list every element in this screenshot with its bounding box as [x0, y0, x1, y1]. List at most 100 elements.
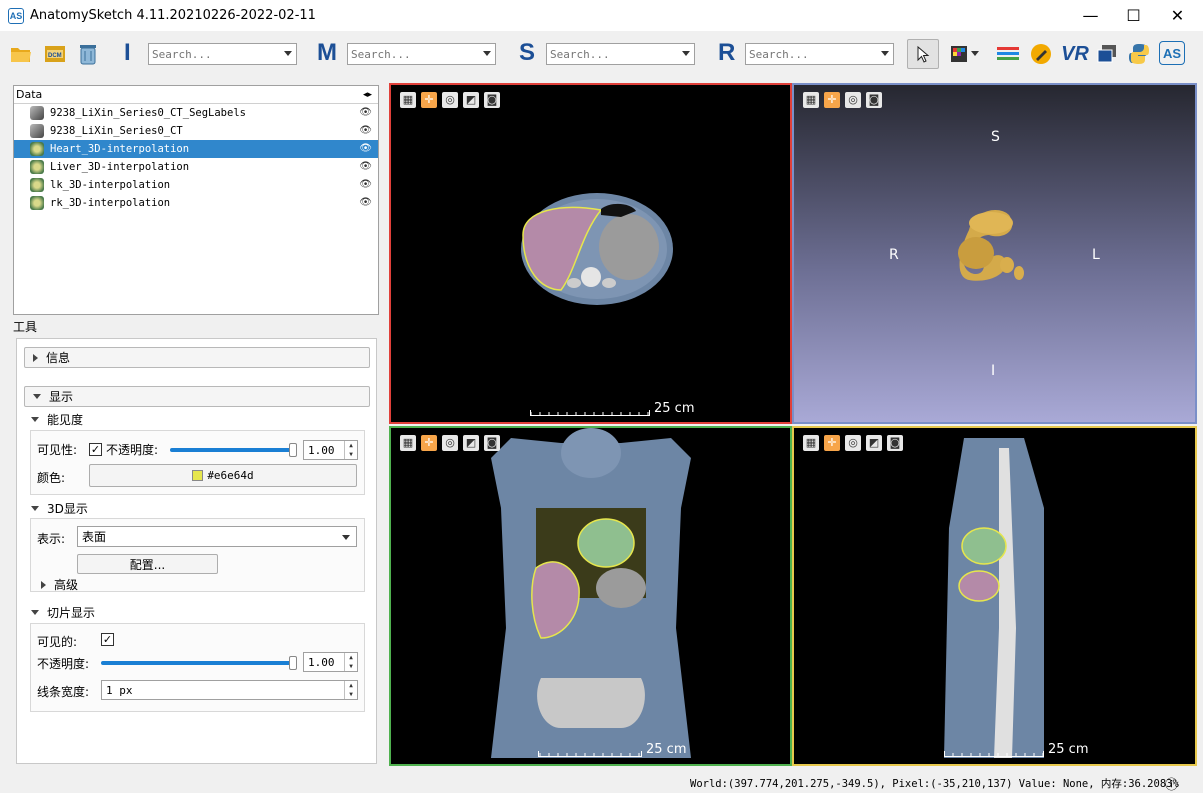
tree-item[interactable]: rk_3D-interpolation 👁 [14, 194, 378, 212]
opacity-slider[interactable] [170, 443, 297, 457]
modality-r-button[interactable]: R [718, 39, 735, 67]
reset-view-icon[interactable]: ◎ [442, 435, 458, 451]
layers-icon[interactable] [995, 41, 1021, 67]
orientation-superior: S [991, 129, 1000, 145]
crosshair-icon[interactable]: ✛ [824, 92, 840, 108]
layout-grid-icon[interactable]: ▦ [400, 435, 416, 451]
volume-icon [30, 124, 44, 138]
data-header-label: Data [16, 88, 43, 101]
screenshot-icon[interactable]: ◙ [866, 92, 882, 108]
color-picker-button[interactable]: #e6e64d [89, 464, 357, 487]
orientation-left: L [1092, 247, 1100, 263]
open-folder-icon[interactable] [8, 41, 34, 67]
search-r-field[interactable] [749, 47, 874, 61]
display3d-group-header[interactable]: 3D显示 [31, 500, 88, 517]
coronal-viewport[interactable]: ▦ ✛ ◎ ◩ ◙ 25 cm [389, 426, 792, 766]
crosshair-icon[interactable]: ✛ [824, 435, 840, 451]
layout-grid-icon[interactable]: ▦ [400, 92, 416, 108]
close-button[interactable]: ✕ [1155, 0, 1200, 31]
opacity-spinbox[interactable]: 1.00 ▲ ▼ [303, 440, 358, 460]
line-width-spinbox[interactable]: 1 px ▲ ▼ [101, 680, 358, 700]
slider-handle[interactable] [289, 656, 297, 670]
visibility-eye-icon[interactable]: 👁 [359, 107, 372, 118]
measure-icon[interactable]: ◩ [463, 435, 479, 451]
sagittal-viewport[interactable]: ▦ ✛ ◎ ◩ ◙ 25 cm [792, 426, 1197, 766]
tree-item[interactable]: 9238_LiXin_Series0_CT_SegLabels 👁 [14, 104, 378, 122]
visibility-group-header[interactable]: 能见度 [31, 411, 83, 428]
reset-view-icon[interactable]: ◎ [845, 92, 861, 108]
modality-s-button[interactable]: S [519, 39, 535, 67]
as-icon[interactable]: AS [1159, 41, 1185, 65]
modality-m-button[interactable]: M [317, 39, 337, 67]
scale-ruler [944, 751, 1044, 757]
visibility-eye-icon[interactable]: 👁 [359, 125, 372, 136]
reset-view-icon[interactable]: ◎ [845, 435, 861, 451]
dicom-icon[interactable]: DCM [42, 41, 68, 67]
measure-icon[interactable]: ◩ [463, 92, 479, 108]
chevron-down-icon[interactable] [483, 51, 491, 56]
info-section-header[interactable]: 信息 [24, 347, 370, 368]
screenshot-icon[interactable]: ◙ [484, 435, 500, 451]
visibility-checkbox[interactable]: ✓ [89, 443, 102, 456]
python-icon[interactable] [1126, 41, 1152, 67]
status-text: World:(397.774,201.275,-349.5), Pixel:(-… [690, 778, 1179, 790]
search-i-input[interactable] [148, 43, 297, 65]
representation-select[interactable]: 表面 [77, 526, 357, 547]
slider-handle[interactable] [289, 443, 297, 457]
slice-visible-checkbox[interactable]: ✓ [101, 633, 114, 646]
modality-i-button[interactable]: I [124, 39, 131, 67]
search-r-input[interactable] [745, 43, 894, 65]
chevron-down-icon[interactable] [968, 41, 982, 67]
display-section-header[interactable]: 显示 [24, 386, 370, 407]
window-icon[interactable] [1094, 41, 1120, 67]
chevron-down-icon[interactable] [682, 51, 690, 56]
crosshair-icon[interactable]: ✛ [421, 92, 437, 108]
3d-viewport[interactable]: ▦ ✛ ◎ ◙ S I R L [792, 83, 1197, 424]
tree-item[interactable]: 9238_LiXin_Series0_CT 👁 [14, 122, 378, 140]
chevron-down-icon[interactable] [284, 51, 292, 56]
search-s-field[interactable] [550, 47, 675, 61]
slice-opacity-spinbox[interactable]: 1.00 ▲ ▼ [303, 652, 358, 672]
crosshair-icon[interactable]: ✛ [421, 435, 437, 451]
trash-icon[interactable] [75, 41, 101, 67]
configure-button[interactable]: 配置... [77, 554, 218, 574]
tree-item[interactable]: Heart_3D-interpolation 👁 [14, 140, 378, 158]
advanced-toggle[interactable]: 高级 [41, 576, 78, 593]
scale-ruler [530, 410, 650, 416]
info-icon[interactable]: ⓘ [1165, 774, 1178, 793]
visibility-eye-icon[interactable]: 👁 [359, 179, 372, 190]
search-m-input[interactable] [347, 43, 496, 65]
layout-grid-icon[interactable]: ▦ [803, 435, 819, 451]
search-m-field[interactable] [351, 47, 476, 61]
chevron-down-icon[interactable] [342, 535, 350, 540]
axial-scale-bar: 25 cm [530, 401, 705, 419]
visibility-eye-icon[interactable]: 👁 [359, 143, 372, 154]
pencil-icon[interactable] [1028, 41, 1054, 67]
axial-viewport[interactable]: ▦ ✛ ◎ ◩ ◙ 25 cm [389, 83, 792, 424]
slice-opacity-slider[interactable] [101, 656, 297, 670]
screenshot-icon[interactable]: ◙ [484, 92, 500, 108]
pointer-icon[interactable] [907, 39, 939, 69]
search-i-field[interactable] [152, 47, 277, 61]
minimize-button[interactable]: — [1068, 0, 1113, 31]
sort-icon[interactable]: ◂▸ [363, 90, 372, 100]
search-s-input[interactable] [546, 43, 695, 65]
line-width-label: 线条宽度: [37, 685, 90, 699]
vr-icon[interactable]: VR [1060, 41, 1090, 67]
spin-arrows-icon[interactable]: ▲ ▼ [344, 653, 357, 671]
reset-view-icon[interactable]: ◎ [442, 92, 458, 108]
screenshot-icon[interactable]: ◙ [887, 435, 903, 451]
tree-item[interactable]: lk_3D-interpolation 👁 [14, 176, 378, 194]
maximize-button[interactable]: ☐ [1111, 0, 1156, 31]
chevron-down-icon[interactable] [881, 51, 889, 56]
coronal-scale-bar: 25 cm [538, 742, 703, 760]
spin-arrows-icon[interactable]: ▲ ▼ [344, 441, 357, 459]
tree-item[interactable]: Liver_3D-interpolation 👁 [14, 158, 378, 176]
layout-grid-icon[interactable]: ▦ [803, 92, 819, 108]
slice-group-header[interactable]: 切片显示 [31, 604, 95, 621]
spin-arrows-icon[interactable]: ▲ ▼ [344, 681, 357, 699]
measure-icon[interactable]: ◩ [866, 435, 882, 451]
visibility-eye-icon[interactable]: 👁 [359, 161, 372, 172]
collapse-arrow-icon [31, 417, 39, 422]
visibility-eye-icon[interactable]: 👁 [359, 197, 372, 208]
